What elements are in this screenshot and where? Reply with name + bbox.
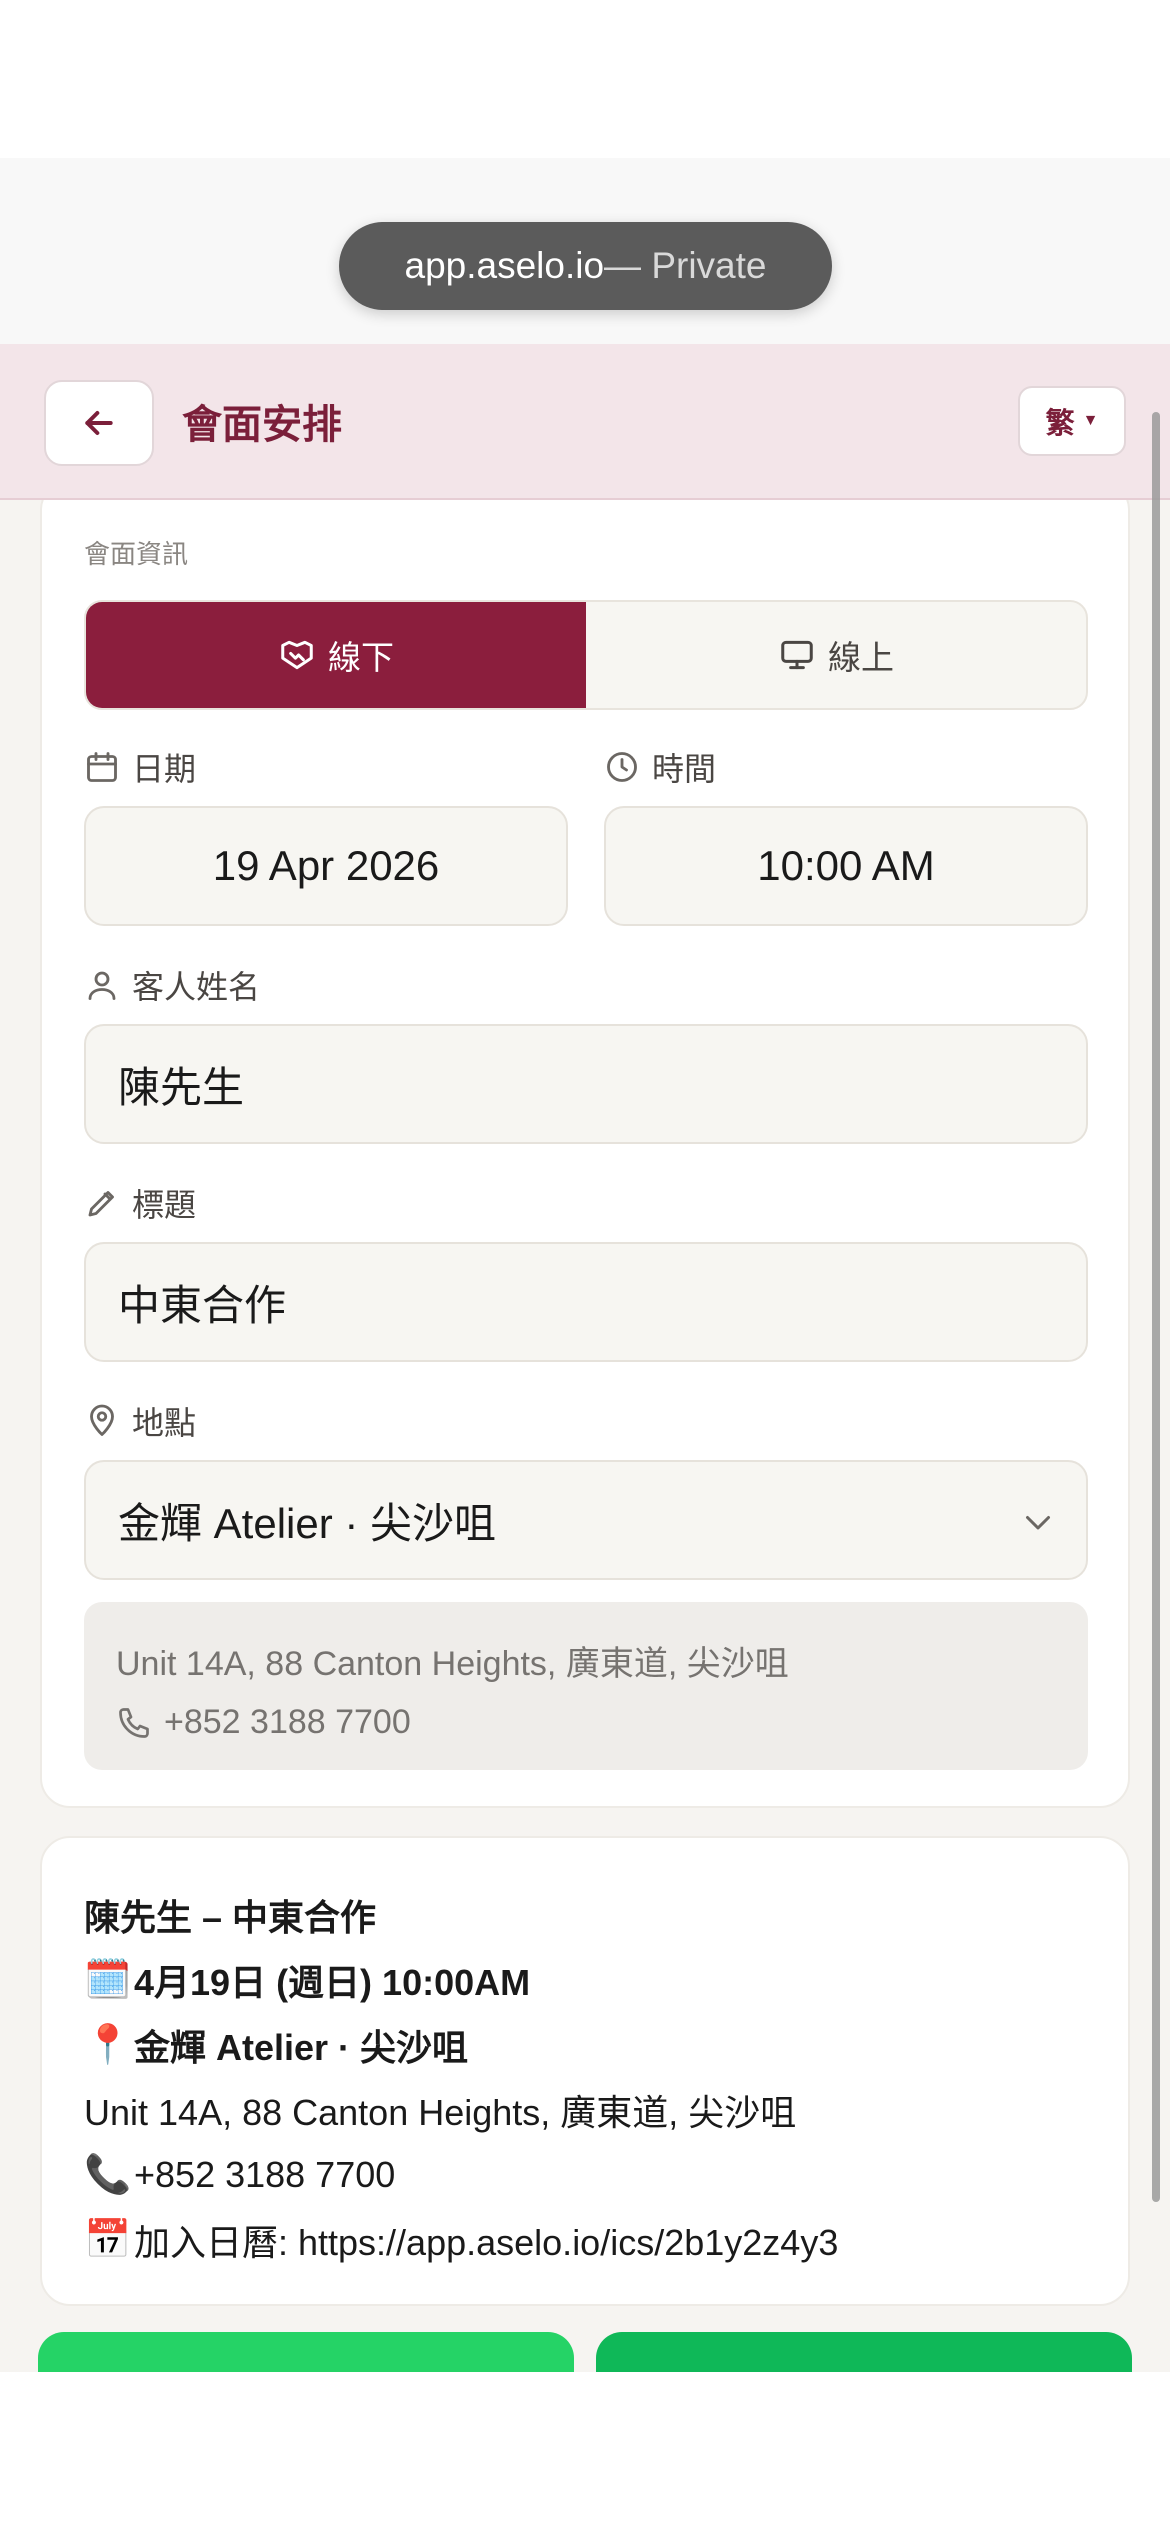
meeting-info-card: 會面資訊 線下 線上 日期 時間 19 Apr 2026 10:00 AM 客人…	[40, 500, 1130, 1808]
date-label-text: 日期	[132, 751, 197, 787]
preview-datetime-row: 🗓️ 4月19日 (週日) 10:00AM	[84, 1947, 1086, 2012]
preview-heading: 陳先生 – 中東合作	[84, 1896, 377, 1938]
main-content: 會面資訊 線下 線上 日期 時間 19 Apr 2026 10:00 AM 客人…	[0, 500, 1170, 2372]
location-phone: +852 3188 7700	[164, 1703, 411, 1741]
pencil-icon	[88, 1191, 114, 1217]
time-field[interactable]: 10:00 AM	[604, 806, 1088, 926]
clock-icon	[607, 752, 637, 782]
mode-offline-button[interactable]: 線下	[86, 602, 586, 708]
location-pin-icon	[90, 1404, 114, 1436]
pin-emoji-icon: 📍	[84, 2023, 132, 2066]
mode-offline-label: 線下	[328, 639, 394, 676]
language-selector[interactable]: 繁 ▼	[1018, 386, 1126, 456]
url-pill[interactable]: app.aselo.io — Private	[339, 222, 832, 310]
preview-calendar-link[interactable]: 加入日曆: https://app.aselo.io/ics/2b1y2z4y3	[134, 2214, 838, 2266]
url-text: app.aselo.io	[404, 245, 605, 286]
language-label: 繁	[1045, 408, 1075, 440]
page-title: 會面安排	[182, 403, 342, 447]
message-preview-card: 陳先生 – 中東合作 🗓️ 4月19日 (週日) 10:00AM 📍 金輝 At…	[40, 1836, 1130, 2306]
calendar-icon	[87, 752, 117, 782]
bottom-area	[0, 2372, 1170, 2532]
mode-online-button[interactable]: 線上	[586, 602, 1086, 708]
location-select[interactable]: 金輝 Atelier · 尖沙咀	[84, 1460, 1088, 1580]
arrow-left-icon	[85, 411, 113, 435]
location-details: Unit 14A, 88 Canton Heights, 廣東道, 尖沙咀 +8…	[84, 1602, 1088, 1770]
date-emoji-icon: 📅	[84, 2218, 132, 2261]
time-label-text: 時間	[652, 751, 717, 787]
chevron-down-icon	[1026, 1516, 1050, 1530]
meeting-mode-toggle: 線下 線上	[84, 600, 1088, 710]
caret-down-icon: ▼	[1082, 412, 1099, 429]
preview-datetime: 4月19日 (週日) 10:00AM	[134, 1961, 531, 2003]
app-header: 會面安排 繁 ▼	[0, 344, 1170, 500]
telephone-emoji-icon: 📞	[84, 2153, 132, 2196]
date-field[interactable]: 19 Apr 2026	[84, 806, 568, 926]
guest-name-field[interactable]: 陳先生	[84, 1024, 1088, 1144]
preview-phone: +852 3188 7700	[134, 2153, 396, 2195]
whatsapp-share-button[interactable]	[38, 2332, 574, 2372]
time-label: 時間	[604, 744, 716, 790]
scrollbar[interactable]	[1152, 412, 1160, 2202]
status-area	[0, 0, 1170, 158]
mode-online-label: 線上	[828, 639, 894, 676]
phone-icon	[119, 1707, 149, 1738]
preview-place: 金輝 Atelier · 尖沙咀	[134, 2026, 469, 2068]
send-button[interactable]	[596, 2332, 1132, 2372]
section-label: 會面資訊	[84, 539, 189, 569]
person-icon	[88, 971, 116, 1000]
guest-label-text: 客人姓名	[132, 969, 261, 1005]
title-label: 標題	[84, 1180, 196, 1226]
location-selected-value: 金輝 Atelier · 尖沙咀	[118, 1499, 497, 1547]
guest-label: 客人姓名	[84, 962, 260, 1008]
handshake-icon	[281, 640, 313, 670]
calendar-emoji-icon: 🗓️	[84, 1958, 132, 2001]
location-phone-row: +852 3188 7700	[116, 1703, 1056, 1742]
preview-calendar-row: 📅 加入日曆: https://app.aselo.io/ics/2b1y2z4…	[84, 2207, 1086, 2272]
privacy-text: — Private	[604, 245, 767, 286]
date-label: 日期	[84, 744, 196, 790]
location-label: 地點	[84, 1398, 196, 1444]
preview-address: Unit 14A, 88 Canton Heights, 廣東道, 尖沙咀	[84, 2091, 797, 2133]
title-label-text: 標題	[132, 1187, 197, 1223]
location-label-text: 地點	[132, 1405, 197, 1441]
preview-place-row: 📍 金輝 Atelier · 尖沙咀	[84, 2012, 1086, 2077]
back-button[interactable]	[44, 380, 154, 466]
location-address: Unit 14A, 88 Canton Heights, 廣東道, 尖沙咀	[116, 1645, 789, 1683]
preview-phone-row: 📞 +852 3188 7700	[84, 2142, 1086, 2207]
title-field[interactable]: 中東合作	[84, 1242, 1088, 1362]
monitor-icon	[781, 640, 813, 670]
